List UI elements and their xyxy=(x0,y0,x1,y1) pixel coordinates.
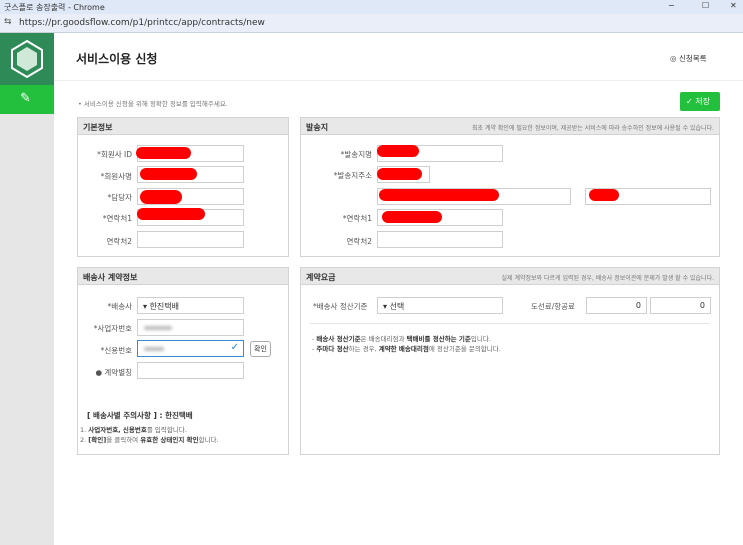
panel-note: 실제 계약정보와 다르게 입력된 경우, 배송사 정보이관에 문제가 발생 할 … xyxy=(501,275,714,282)
redaction xyxy=(140,190,182,204)
sender-phone2-input[interactable] xyxy=(377,231,503,248)
panel-title: 발송지 xyxy=(306,123,329,132)
air-fee-input[interactable]: 0 xyxy=(650,297,711,314)
caution-title: [ 배송사별 주의사항 ] : 한진택배 xyxy=(87,411,193,420)
redaction xyxy=(136,147,191,159)
label-sender-phone1: *연락처1 xyxy=(342,214,372,223)
label-credit-number: *신용번호 xyxy=(100,346,132,355)
caution-list: 1. 사업자번호, 신용번호를 입력합니다. 2. [확인]을 클릭하여 유효한… xyxy=(80,425,219,445)
label-sender-phone2: 연락처2 xyxy=(346,237,372,246)
application-list-label: 신청목록 xyxy=(678,54,707,63)
label-island-fee: 도선료/항공료 xyxy=(531,302,575,311)
site-settings-icon[interactable]: ⇆ xyxy=(4,17,12,27)
panel-title: 계약요금 xyxy=(306,273,336,282)
logo[interactable] xyxy=(0,33,54,85)
settlement-basis-select[interactable]: ▾ 선택 xyxy=(377,297,503,314)
window-titlebar: 굿스플로 송장출력 - Chrome − ☐ ✕ xyxy=(0,0,743,14)
island-fee-input[interactable]: 0 xyxy=(586,297,647,314)
logo-icon xyxy=(11,39,43,79)
label-business-number: *사업자번호 xyxy=(93,324,132,333)
settlement-basis-value: 선택 xyxy=(389,302,405,311)
fee-note: - 주마다 정산하는 경우, 계약한 배송대리점에 정산기준을 문의합니다. xyxy=(312,345,501,353)
label-manager: *담당자 xyxy=(107,193,132,202)
address-bar[interactable]: ⇆ https://pr.goodsflow.com/p1/printcc/ap… xyxy=(0,14,743,33)
redaction xyxy=(137,208,205,220)
phone2-input[interactable] xyxy=(137,231,244,248)
page-title: 서비스이용 신청 xyxy=(76,52,158,66)
blurred-value xyxy=(144,347,164,351)
redaction xyxy=(377,145,419,157)
redaction xyxy=(379,189,499,201)
window-title: 굿스플로 송장출력 - Chrome xyxy=(4,3,105,12)
caution-item: 2. [확인]을 클릭하여 유효한 상태인지 확인합니다. xyxy=(80,436,219,444)
panel-title: 기본정보 xyxy=(78,118,288,135)
blurred-value xyxy=(144,326,172,330)
label-member-id: *회원사 ID xyxy=(97,150,132,159)
panel-header: 발송지 최초 계약 확인에 필요한 정보이며, 제공받는 서비스에 따라 송수하인… xyxy=(301,118,719,135)
notice-label: 서비스이용 신청을 위해 정확한 정보를 입력해주세요. xyxy=(83,100,228,108)
label-text: 계약별칭 xyxy=(104,368,132,377)
label-phone2: 연락처2 xyxy=(106,237,132,246)
contract-alias-input[interactable] xyxy=(137,362,244,379)
redaction xyxy=(589,189,619,201)
minimize-button[interactable]: − xyxy=(668,1,675,10)
business-number-input[interactable] xyxy=(137,319,244,336)
divider xyxy=(310,323,710,324)
close-button[interactable]: ✕ xyxy=(730,1,737,10)
label-member-name: *회원사명 xyxy=(100,172,132,181)
page-header: 서비스이용 신청 ◎ 신청목록 xyxy=(54,33,743,81)
contract-fee-panel: 계약요금 실제 계약정보와 다르게 입력된 경우, 배송사 정보이관에 문제가 발… xyxy=(300,267,720,455)
label-carrier: *배송사 xyxy=(107,302,132,311)
label-settlement-basis: *배송사 정산기준 xyxy=(313,302,368,311)
notice-text: • 서비스이용 신청을 위해 정확한 정보를 입력해주세요. xyxy=(78,100,228,108)
edit-icon: ✎ xyxy=(20,91,31,106)
label-contract-alias: ● 계약별칭 xyxy=(80,367,132,378)
redaction xyxy=(140,168,197,180)
carrier-select[interactable]: ▾ 한진택배 xyxy=(137,297,244,314)
redaction xyxy=(377,168,422,180)
label-sender-address: *발송지주소 xyxy=(333,171,372,180)
panel-note: 최초 계약 확인에 필요한 정보이며, 제공받는 서비스에 따라 송수하인 정보… xyxy=(472,125,714,132)
url-text[interactable]: https://pr.goodsflow.com/p1/printcc/app/… xyxy=(19,18,265,28)
maximize-button[interactable]: ☐ xyxy=(702,1,709,10)
check-icon: ✓ xyxy=(686,97,696,106)
save-label: 저장 xyxy=(695,97,710,106)
confirm-button[interactable]: 확인 xyxy=(250,341,271,357)
application-list-link[interactable]: ◎ 신청목록 xyxy=(670,53,707,64)
credit-number-input[interactable]: ✓ xyxy=(137,340,244,357)
label-phone1: *연락처1 xyxy=(102,214,132,223)
fee-note: - 배송사 정산기준은 배송대리점과 택배비를 정산하는 기준입니다. xyxy=(312,335,491,343)
save-button[interactable]: ✓ 저장 xyxy=(680,92,720,111)
check-icon: ✓ xyxy=(230,342,239,353)
panel-header: 계약요금 실제 계약정보와 다르게 입력된 경우, 배송사 정보이관에 문제가 발… xyxy=(301,268,719,285)
carrier-value: 한진택배 xyxy=(149,302,180,311)
redaction xyxy=(382,211,442,223)
caution-item: 1. 사업자번호, 신용번호를 입력합니다. xyxy=(80,426,187,434)
user-icon: ◎ xyxy=(670,54,679,63)
sidebar-item-apply[interactable]: ✎ xyxy=(0,85,54,114)
fee-notes: - 배송사 정산기준은 배송대리점과 택배비를 정산하는 기준입니다. - 주마… xyxy=(312,334,501,354)
panel-title: 배송사 계약정보 xyxy=(78,268,288,285)
label-sender-name: *발송지명 xyxy=(340,150,372,159)
